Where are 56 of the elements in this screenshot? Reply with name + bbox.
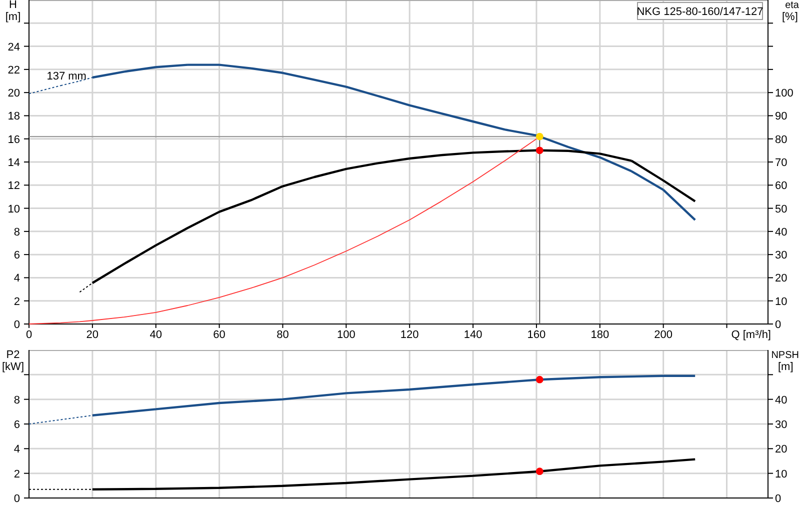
tick-label: 2 [14, 296, 20, 308]
tick-label: 30 [775, 250, 788, 262]
tick-label: 70 [775, 157, 788, 169]
tick-label: 0 [26, 329, 32, 341]
tick-label: 0 [14, 493, 20, 505]
tick-label: 0 [775, 319, 782, 331]
axis-unit: [m] [778, 361, 794, 373]
tick-label: 4 [14, 444, 20, 456]
tick-label: 40 [150, 329, 162, 341]
tick-label: 180 [590, 329, 610, 341]
tick-label: 50 [775, 203, 788, 216]
tick-label: 200 [654, 329, 673, 341]
tick-label: 10 [775, 468, 788, 480]
tick-label: 6 [14, 250, 20, 262]
tick-label: 30 [775, 419, 788, 431]
tick-label: 10 [775, 296, 788, 308]
tick-label: 20 [86, 329, 99, 341]
tick-label: 100 [775, 88, 794, 100]
tick-label: 16 [8, 134, 20, 146]
tick-label: 0 [775, 493, 782, 505]
tick-label: 4 [14, 272, 20, 285]
tick-label: 8 [14, 394, 20, 406]
tick-label: 20 [8, 88, 20, 100]
tick-label: 10 [8, 203, 20, 216]
tick-label: 40 [775, 394, 788, 406]
tick-label: 160 [527, 329, 546, 341]
tick-label: 90 [775, 110, 788, 123]
tick-label: 100 [337, 329, 356, 341]
tick-label: 8 [14, 226, 20, 238]
tick-label: 0 [14, 319, 20, 331]
tick-label: 18 [8, 110, 20, 123]
tick-label: 14 [8, 157, 20, 169]
tick-label: 20 [775, 444, 788, 456]
tick-label: 24 [8, 41, 20, 54]
tick-label: 80 [775, 134, 788, 146]
axis-title: eta [785, 0, 799, 11]
tick-label: 2 [14, 468, 20, 480]
axis-unit: [kW] [2, 361, 24, 373]
tick-label: 120 [400, 329, 419, 341]
axis-title: NPSH [771, 350, 799, 361]
tick-label: 20 [775, 272, 788, 285]
chart-title: NKG 125-80-160/147-127 [636, 2, 764, 20]
tick-label: 80 [276, 329, 289, 341]
curve-label: 137 mm [46, 70, 86, 83]
axis-unit: [m] [5, 11, 21, 23]
tick-label: 60 [775, 180, 788, 192]
axis-unit: [%] [782, 11, 798, 23]
tick-label: 140 [464, 329, 482, 341]
tick-label: 60 [213, 329, 226, 341]
axis-title: Q [m³/h] [731, 329, 771, 341]
tick-label: 40 [775, 226, 788, 238]
axis-title: H [9, 0, 17, 11]
axis-title: P2 [6, 349, 20, 361]
tick-label: 22 [8, 64, 20, 76]
tick-label: 6 [14, 419, 20, 431]
tick-label: 12 [8, 180, 20, 192]
